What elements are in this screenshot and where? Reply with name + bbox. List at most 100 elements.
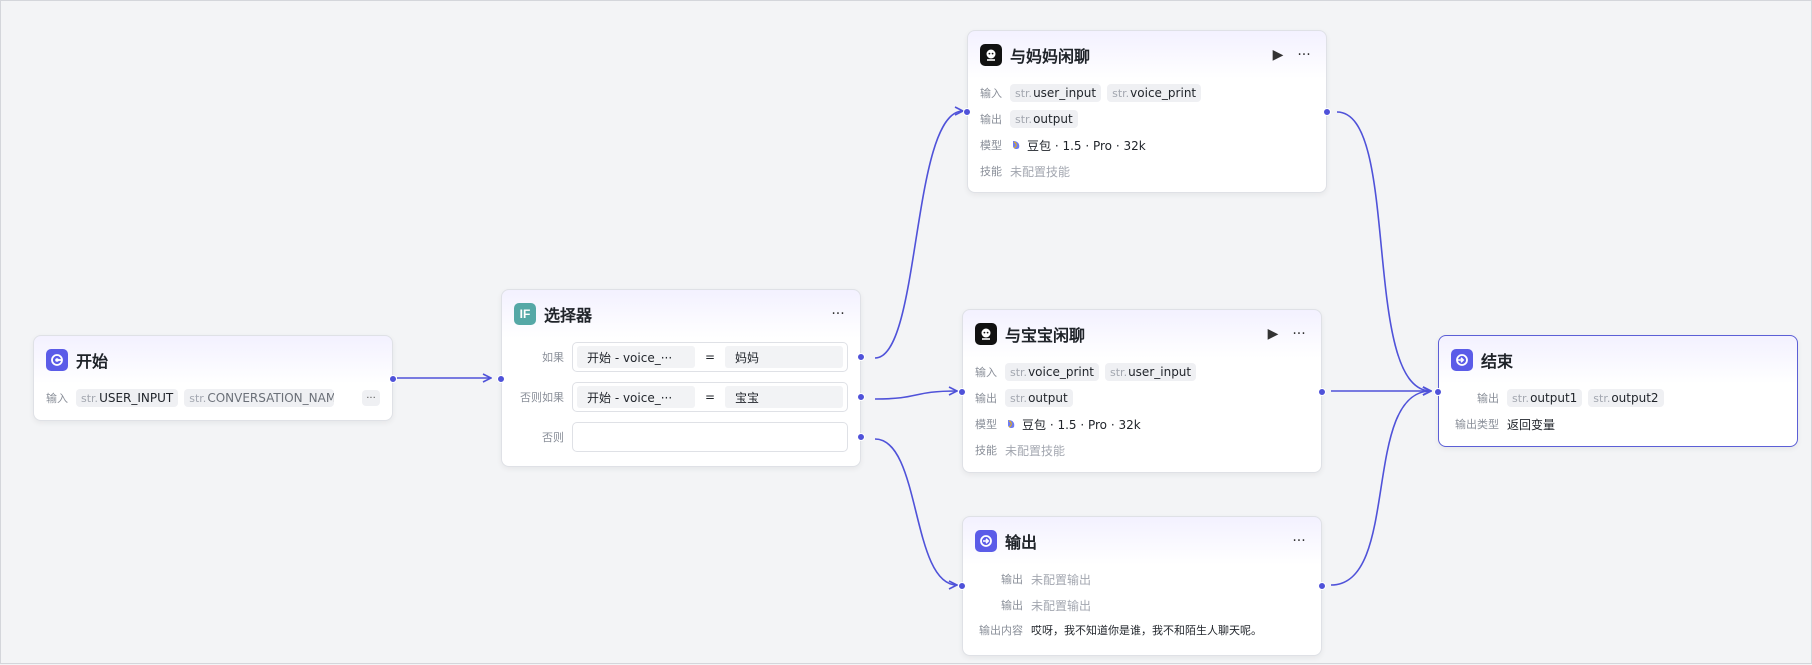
node-start[interactable]: 开始 输入 str. USER_INPUT str. CONVERSATION_NA… <box>33 335 397 421</box>
start-inputs-more-button[interactable]: ··· <box>362 390 380 406</box>
row-label: 输入 <box>980 87 1002 100</box>
condition-right-operand[interactable]: 宝宝 <box>725 386 843 408</box>
chat-baby-skill-row: 技能 未配置技能 <box>975 440 1309 460</box>
condition-row-if: 如果 开始 - voice_··· = 妈妈 <box>510 342 848 372</box>
node-selector[interactable]: IF 选择器 ··· 如果 开始 - voice_··· = 妈妈 否则如果 开… <box>497 289 865 467</box>
row-label: 输出 <box>1001 599 1023 612</box>
output-output-port[interactable] <box>1318 582 1326 590</box>
chat-mom-more-button[interactable]: ··· <box>1294 45 1314 65</box>
variable-tag: str. output <box>1005 389 1073 407</box>
start-input-tag: str. USER_INPUT <box>76 389 179 407</box>
edges-layer <box>397 1 1812 665</box>
model-logo-icon <box>1008 420 1015 429</box>
row-label: 输出 <box>980 113 1002 126</box>
edge-selector-mom <box>874 111 963 359</box>
condition-right-operand[interactable]: 妈妈 <box>725 346 843 368</box>
output-icon <box>975 530 997 552</box>
variable-tag: str. voice_print <box>1005 363 1100 381</box>
node-end-header: 结束 <box>1451 348 1785 372</box>
condition-label: 否则如果 <box>520 391 564 404</box>
condition-operator[interactable]: = <box>695 350 725 364</box>
node-chat-baby-title: 与宝宝闲聊 <box>1005 326 1086 345</box>
start-input-row: 输入 str. USER_INPUT str. CONVERSATION_NAME … <box>46 388 380 408</box>
bot-icon <box>980 44 1002 66</box>
condition-box[interactable]: 开始 - voice_··· = 宝宝 <box>572 382 848 412</box>
end-input-port[interactable] <box>1434 388 1442 396</box>
start-input-label: 输入 <box>46 392 68 405</box>
condition-box[interactable]: 开始 - voice_··· = 妈妈 <box>572 342 848 372</box>
node-selector-title: 选择器 <box>544 306 593 325</box>
run-button[interactable]: ▶ <box>1263 324 1283 344</box>
row-label: 输出类型 <box>1455 418 1499 431</box>
chat-mom-output-port[interactable] <box>1323 108 1331 116</box>
condition-row-elseif: 否则如果 开始 - voice_··· = 宝宝 <box>510 382 848 412</box>
edge-selector-output <box>874 438 957 585</box>
row-label: 技能 <box>975 444 997 457</box>
end-icon <box>1451 349 1473 371</box>
chat-baby-output-row: 输出 str. output <box>975 388 1309 408</box>
selector-elseif-port[interactable] <box>857 393 865 401</box>
output-type-value: 返回变量 <box>1507 417 1556 432</box>
skill-value: 未配置技能 <box>1005 443 1066 458</box>
chat-mom-input-row: 输入 str. user_input str. voice_print <box>980 83 1314 103</box>
node-chat-baby[interactable]: 与宝宝闲聊 ▶ ··· 输入 str. voice_print str. user_… <box>958 309 1326 473</box>
start-output-port[interactable] <box>389 375 397 383</box>
variable-tag: str. user_input <box>1105 363 1197 381</box>
chat-mom-output-row: 输出 str. output <box>980 109 1314 129</box>
output-input-port[interactable] <box>958 582 966 590</box>
node-chat-mom-header: 与妈妈闲聊 ▶ ··· <box>980 43 1314 67</box>
row-label: 输出 <box>1477 392 1499 405</box>
row-label: 输出 <box>1001 573 1023 586</box>
output-content-row: 输出内容 哎呀，我不知道你是谁，我不和陌生人聊天呢。 <box>975 620 1309 640</box>
condition-operator[interactable]: = <box>695 390 725 404</box>
condition-row-else: 否则 <box>510 422 848 452</box>
bot-icon <box>975 323 997 345</box>
model-name: 豆包 · 1.5 · Pro · 32k <box>1022 417 1141 432</box>
chat-mom-skill-row: 技能 未配置技能 <box>980 161 1314 181</box>
row-label: 模型 <box>975 418 997 431</box>
node-chat-mom-title: 与妈妈闲聊 <box>1010 47 1091 66</box>
variable-tag: str. output1 <box>1507 389 1583 407</box>
chat-mom-input-port[interactable] <box>963 108 971 116</box>
end-output-type-row: 输出类型 返回变量 <box>1451 414 1785 434</box>
node-output-title: 输出 <box>1005 533 1038 552</box>
condition-left-operand[interactable]: 开始 - voice_··· <box>577 346 695 368</box>
node-output[interactable]: 输出 ··· 输出 未配置输出 输出 未配置输出 输出内容 哎呀，我不知道你是谁… <box>958 516 1326 656</box>
chat-baby-more-button[interactable]: ··· <box>1289 324 1309 344</box>
workflow-canvas[interactable]: 开始 输入 str. USER_INPUT str. CONVERSATION_NA… <box>0 0 1812 664</box>
variable-tag: str. output <box>1010 110 1078 128</box>
chat-baby-model-row: 模型 豆包 · 1.5 · Pro · 32k <box>975 414 1309 434</box>
variable-tag: str. voice_print <box>1107 84 1202 102</box>
node-end[interactable]: 结束 输出 str. output1 str. output2 输出类型 返回变量 <box>1434 335 1798 447</box>
chat-baby-input-port[interactable] <box>958 388 966 396</box>
output-value: 未配置输出 <box>1031 572 1092 587</box>
node-chat-mom[interactable]: 与妈妈闲聊 ▶ ··· 输入 str. user_input str. voice_… <box>963 30 1331 193</box>
selector-else-port[interactable] <box>857 433 865 441</box>
edge-mom-end <box>1336 111 1431 391</box>
selector-more-button[interactable]: ··· <box>828 304 848 324</box>
node-start-title: 开始 <box>76 352 109 371</box>
start-icon <box>46 349 68 371</box>
condition-left-operand[interactable]: 开始 - voice_··· <box>577 386 695 408</box>
row-label: 技能 <box>980 165 1002 178</box>
selector-input-port[interactable] <box>497 375 505 383</box>
if-icon: IF <box>514 303 536 325</box>
row-label: 输出内容 <box>979 624 1023 637</box>
selector-if-port[interactable] <box>857 353 865 361</box>
row-label: 模型 <box>980 139 1002 152</box>
output-more-button[interactable]: ··· <box>1289 531 1309 551</box>
node-chat-baby-header: 与宝宝闲聊 ▶ ··· <box>975 322 1309 346</box>
variable-tag: str. output2 <box>1588 389 1664 407</box>
skill-value: 未配置技能 <box>1010 164 1071 179</box>
start-input-tag: str. CONVERSATION_NAME <box>184 389 335 407</box>
condition-label: 否则 <box>542 431 564 444</box>
run-button[interactable]: ▶ <box>1268 45 1288 65</box>
condition-box-else[interactable] <box>572 422 848 452</box>
end-output-row: 输出 str. output1 str. output2 <box>1451 388 1785 408</box>
chat-mom-model-row: 模型 豆包 · 1.5 · Pro · 32k <box>980 135 1314 155</box>
output-content: 哎呀，我不知道你是谁，我不和陌生人聊天呢。 <box>1031 624 1262 637</box>
chat-baby-input-row: 输入 str. voice_print str. user_input <box>975 362 1309 382</box>
row-label: 输入 <box>975 366 997 379</box>
condition-label: 如果 <box>542 351 564 364</box>
chat-baby-output-port[interactable] <box>1318 388 1326 396</box>
